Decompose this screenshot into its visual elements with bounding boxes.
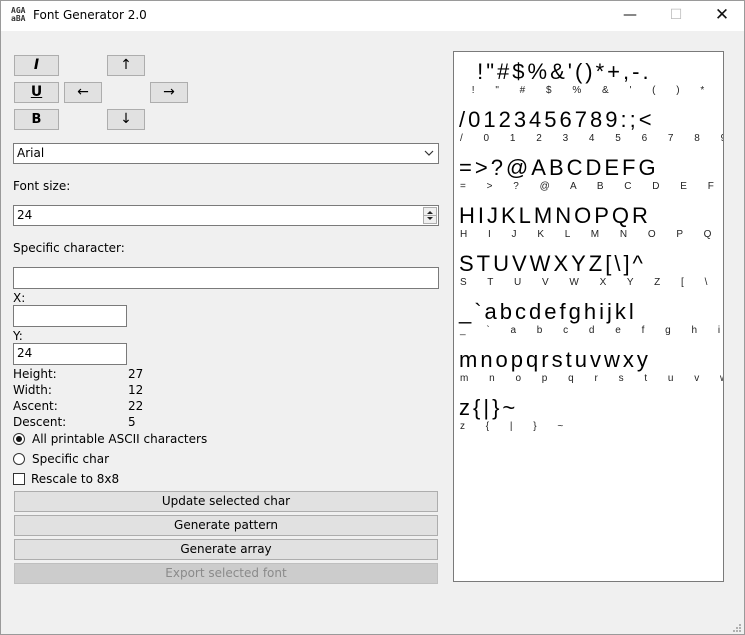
minimize-button[interactable]: — — [607, 1, 653, 31]
specific-char-label[interactable]: Specific char — [32, 452, 109, 466]
move-right-button[interactable]: → — [150, 82, 188, 103]
title-bar[interactable]: AGA aBA Font Generator 2.0 — ☐ ✕ — [1, 1, 744, 31]
preview-row-small: _ ` a b c d e f g h i j k l — [460, 325, 720, 336]
move-left-button[interactable]: ← — [64, 82, 102, 103]
width-value: 12 — [128, 383, 144, 397]
ascent-label: Ascent: — [13, 399, 58, 413]
font-preview-panel[interactable]: !"#$%&'()*+,-. ! " # $ % & ' ( ) * + , -… — [453, 51, 724, 582]
x-input[interactable] — [13, 305, 127, 327]
window-title: Font Generator 2.0 — [33, 8, 147, 22]
preview-row-big: z{|}~ — [459, 395, 519, 420]
y-label: Y: — [13, 329, 23, 343]
preview-row-small: / 0 1 2 3 4 5 6 7 8 9 : ; < — [460, 133, 723, 144]
move-up-button[interactable]: ↑ — [107, 55, 145, 76]
preview-row-small: ! " # $ % & ' ( ) * + , - . — [471, 85, 714, 96]
font-select[interactable]: Arial — [13, 143, 439, 164]
preview-row-big: STUVWXYZ[\]^ — [459, 251, 646, 276]
preview-row-small: H I J K L M N O P Q R — [460, 229, 724, 240]
rescale-checkbox[interactable] — [13, 473, 25, 485]
font-size-input[interactable]: 24 — [13, 205, 439, 226]
height-value: 27 — [128, 367, 144, 381]
preview-row-big: mnopqrstuvwxy — [459, 347, 651, 372]
font-select-value: Arial — [17, 146, 45, 160]
app-icon: AGA aBA — [11, 6, 26, 23]
ascent-value: 22 — [128, 399, 144, 413]
preview-row-small: = > ? @ A B C D E F G — [460, 181, 724, 192]
y-input[interactable]: 24 — [13, 343, 127, 365]
preview-row-big: _`abcdefghijkl — [459, 299, 637, 324]
x-label: X: — [13, 291, 26, 305]
width-label: Width: — [13, 383, 52, 397]
move-down-button[interactable]: ↓ — [107, 109, 145, 130]
app-window: AGA aBA Font Generator 2.0 — ☐ ✕ I U B ↑ … — [0, 0, 745, 635]
bold-button[interactable]: B — [14, 109, 59, 130]
preview-row-small: S T U V W X Y Z [ \ ] ^ — [460, 277, 717, 288]
height-label: Height: — [13, 367, 57, 381]
preview-row-big: !"#$%&'()*+,-. — [468, 59, 652, 84]
rescale-label[interactable]: Rescale to 8x8 — [31, 472, 119, 486]
font-size-spinner[interactable] — [423, 207, 437, 224]
chevron-down-icon — [424, 144, 434, 169]
export-selected-font-button: Export selected font — [14, 563, 438, 584]
all-ascii-radio[interactable] — [13, 433, 25, 445]
update-selected-char-button[interactable]: Update selected char — [14, 491, 438, 512]
descent-value: 5 — [128, 415, 136, 429]
close-button[interactable]: ✕ — [699, 1, 744, 31]
font-size-value: 24 — [17, 208, 33, 222]
specific-character-label: Specific character: — [13, 241, 125, 255]
preview-row-big: =>?@ABCDEFG — [459, 155, 659, 180]
preview-row-big: HIJKLMNOPQR — [459, 203, 651, 228]
specific-char-radio[interactable] — [13, 453, 25, 465]
preview-row-small: m n o p q r s t u v w x y — [460, 373, 723, 384]
preview-row-big: /0123456789:;< — [459, 107, 655, 132]
italic-button[interactable]: I — [14, 55, 59, 76]
all-ascii-label[interactable]: All printable ASCII characters — [32, 432, 207, 446]
underline-button[interactable]: U — [14, 82, 59, 103]
generate-array-button[interactable]: Generate array — [14, 539, 438, 560]
generate-pattern-button[interactable]: Generate pattern — [14, 515, 438, 536]
resize-grip[interactable] — [732, 622, 742, 632]
descent-label: Descent: — [13, 415, 67, 429]
specific-character-input[interactable] — [13, 267, 439, 289]
font-size-label: Font size: — [13, 179, 71, 193]
maximize-button[interactable]: ☐ — [653, 1, 699, 31]
preview-row-small: z { | } ~ — [460, 421, 573, 432]
